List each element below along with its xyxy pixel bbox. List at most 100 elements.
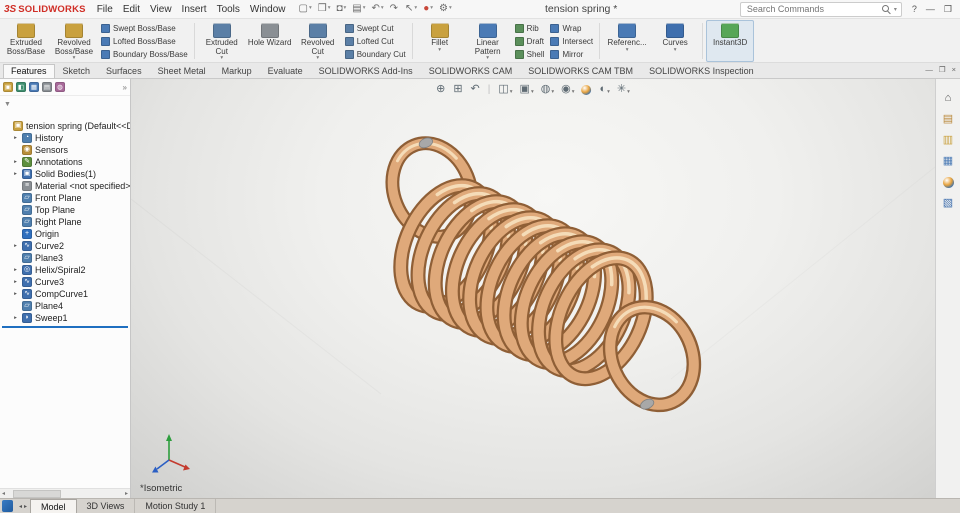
tab-scroll-left-icon[interactable]: ◂ xyxy=(19,503,22,510)
study-tab[interactable]: Motion Study 1 xyxy=(135,499,217,513)
help-button[interactable]: ? xyxy=(912,4,917,14)
rebuild-button[interactable]: ● ▾ xyxy=(421,3,435,15)
feature-tree-item[interactable]: ▸ ▣ Solid Bodies(1) xyxy=(0,168,130,180)
solidworks-taskbar-icon[interactable] xyxy=(2,500,13,512)
feature-tree-item[interactable]: ▱ Front Plane xyxy=(0,192,130,204)
ribbon-small-button[interactable]: Intersect xyxy=(550,35,593,47)
feature-tree-scrollbar[interactable]: ◂ ▸ xyxy=(0,488,130,498)
command-manager-tab[interactable]: Evaluate xyxy=(260,64,311,78)
ribbon-small-button[interactable]: Shell xyxy=(514,48,544,60)
design-library-icon[interactable]: ▤ xyxy=(940,112,956,126)
study-tab[interactable]: 3D Views xyxy=(77,499,136,513)
search-input[interactable] xyxy=(744,3,879,15)
tree-filter-icon[interactable]: ▼ xyxy=(4,101,11,108)
feature-tree-item[interactable]: ▸ ∿ Curve2 xyxy=(0,240,130,252)
ribbon-small-button[interactable]: Mirror xyxy=(550,48,593,60)
curves-button[interactable]: Curves ▾ xyxy=(651,20,699,62)
open-document-button[interactable]: ❒ ▾ xyxy=(316,3,333,15)
feature-tree-item[interactable]: ≡ Material <not specified> xyxy=(0,180,130,192)
linear-pattern-button[interactable]: Linear Pattern ▾ xyxy=(464,20,512,62)
command-manager-tab[interactable]: SOLIDWORKS CAM xyxy=(421,64,521,78)
revolved-boss-base-button[interactable]: Revolved Boss/Base ▾ xyxy=(50,20,98,62)
reference-geometry-button[interactable]: Referenc... ▾ xyxy=(603,20,651,62)
restore-button[interactable]: ❐ xyxy=(944,4,952,14)
feature-tree-item[interactable]: ▸ ◔ History xyxy=(0,132,130,144)
feature-tree-item[interactable]: ▱ Right Plane xyxy=(0,216,130,228)
feature-tree-item[interactable]: ▸ ∿ CompCurve1 xyxy=(0,288,130,300)
extruded-cut-button[interactable]: Extruded Cut ▾ xyxy=(198,20,246,62)
view-palette-icon[interactable]: ▦ xyxy=(940,154,956,168)
ribbon-small-button[interactable]: Wrap xyxy=(550,22,593,34)
feature-tree-item[interactable]: + Origin xyxy=(0,228,130,240)
menu-item[interactable]: Edit xyxy=(118,2,145,17)
zoom-area-icon[interactable]: ⊞ xyxy=(453,84,463,95)
display-style-icon[interactable]: ◍ ▾ xyxy=(541,84,554,95)
scrollbar-thumb[interactable] xyxy=(13,489,62,498)
command-manager-tab[interactable]: SOLIDWORKS CAM TBM xyxy=(520,64,641,78)
scroll-right-icon[interactable]: ▸ xyxy=(125,490,128,497)
command-manager-tab[interactable]: SOLIDWORKS Inspection xyxy=(641,64,762,78)
ribbon-small-button[interactable]: Swept Cut xyxy=(344,22,406,34)
extruded-boss-base-button[interactable]: Extruded Boss/Base xyxy=(2,20,50,62)
hole-wizard-button[interactable]: Hole Wizard xyxy=(246,20,294,62)
menu-item[interactable]: Insert xyxy=(177,2,212,17)
feature-tree-item[interactable]: ▸ ∿ Curve3 xyxy=(0,276,130,288)
document-restore-icon[interactable]: ❐ xyxy=(939,66,946,74)
expand-arrow-icon[interactable]: ▸ xyxy=(12,159,19,165)
feature-tree-item[interactable]: ▸ ◗ Sweep1 xyxy=(0,312,130,324)
feature-tree-item[interactable]: ▣ tension spring (Default<<Default>_D xyxy=(0,120,130,132)
save-button[interactable]: ◘ ▾ xyxy=(334,3,348,15)
pane-tab-chevron-icon[interactable]: » xyxy=(123,83,127,92)
undo-button[interactable]: ↶ ▾ xyxy=(369,3,385,15)
scroll-left-icon[interactable]: ◂ xyxy=(2,490,5,497)
menu-item[interactable]: File xyxy=(92,2,118,17)
expand-arrow-icon[interactable]: ▸ xyxy=(12,135,19,141)
options-button[interactable]: ⚙ ▾ xyxy=(437,3,454,15)
dimxpertmanager-tab-icon[interactable]: ▤ xyxy=(42,82,52,92)
custom-properties-icon[interactable]: ▧ xyxy=(940,196,956,210)
view-settings-icon[interactable]: ✳ ▾ xyxy=(617,84,630,95)
section-view-icon[interactable]: ◫ ▾ xyxy=(498,84,512,95)
expand-arrow-icon[interactable]: ▸ xyxy=(12,279,19,285)
revolved-cut-button[interactable]: Revolved Cut ▾ xyxy=(294,20,342,62)
study-tab[interactable]: Model xyxy=(30,499,77,513)
menu-item[interactable]: Window xyxy=(245,2,291,17)
feature-tree-item[interactable]: ▱ Top Plane xyxy=(0,204,130,216)
ribbon-small-button[interactable]: Lofted Boss/Base xyxy=(101,35,188,47)
document-close-icon[interactable]: × xyxy=(952,66,956,74)
solidworks-resources-icon[interactable]: ⌂ xyxy=(940,91,956,105)
rollback-bar[interactable] xyxy=(2,326,128,328)
edit-appearance-icon[interactable] xyxy=(581,84,592,95)
expand-arrow-icon[interactable]: ▸ xyxy=(12,243,19,249)
menu-item[interactable]: Tools xyxy=(212,2,245,17)
displaymanager-tab-icon[interactable]: ◍ xyxy=(55,82,65,92)
command-manager-tab[interactable]: SOLIDWORKS Add-Ins xyxy=(311,64,421,78)
feature-tree-item[interactable]: ▸ ◎ Helix/Spiral2 xyxy=(0,264,130,276)
command-manager-tab[interactable]: Surfaces xyxy=(98,64,150,78)
tab-scroll-right-icon[interactable]: ▸ xyxy=(24,503,27,510)
select-button[interactable]: ↖ ▾ xyxy=(403,3,419,15)
previous-view-icon[interactable]: ↶ xyxy=(471,84,481,95)
search-icon[interactable] xyxy=(881,4,891,14)
featuremanager-tab-icon[interactable]: ▣ xyxy=(3,82,13,92)
ribbon-small-button[interactable]: Lofted Cut xyxy=(344,35,406,47)
expand-arrow-icon[interactable]: ▸ xyxy=(12,291,19,297)
appearances-scenes-icon[interactable] xyxy=(940,175,956,189)
print-button[interactable]: ▤ ▾ xyxy=(350,3,367,15)
new-document-button[interactable]: ▢ ▾ xyxy=(297,3,314,15)
feature-tree-item[interactable]: ▱ Plane4 xyxy=(0,300,130,312)
configurationmanager-tab-icon[interactable]: ▦ xyxy=(29,82,39,92)
command-manager-tab[interactable]: Sketch xyxy=(55,64,99,78)
redo-button[interactable]: ↷ xyxy=(388,3,401,15)
feature-tree-item[interactable]: ◉ Sensors xyxy=(0,144,130,156)
feature-tree-item[interactable]: ▸ ✎ Annotations xyxy=(0,156,130,168)
ribbon-small-button[interactable]: Boundary Boss/Base xyxy=(101,48,188,60)
instant3d-button[interactable]: Instant3D xyxy=(706,20,755,62)
file-explorer-icon[interactable]: ▥ xyxy=(940,133,956,147)
hide-show-items-icon[interactable]: ◉ ▾ xyxy=(561,84,574,95)
menu-item[interactable]: View xyxy=(145,2,177,17)
graphics-viewport[interactable]: ⊕ ⊞ ↶ | ◫ ▾ ▣ ▾ ◍ ▾ ◉ ▾ ◐ ▾ ✳ ▾ *Isometr… xyxy=(131,79,935,498)
ribbon-small-button[interactable]: Swept Boss/Base xyxy=(101,22,188,34)
expand-arrow-icon[interactable]: ▸ xyxy=(12,315,19,321)
command-manager-tab[interactable]: Sheet Metal xyxy=(150,64,214,78)
